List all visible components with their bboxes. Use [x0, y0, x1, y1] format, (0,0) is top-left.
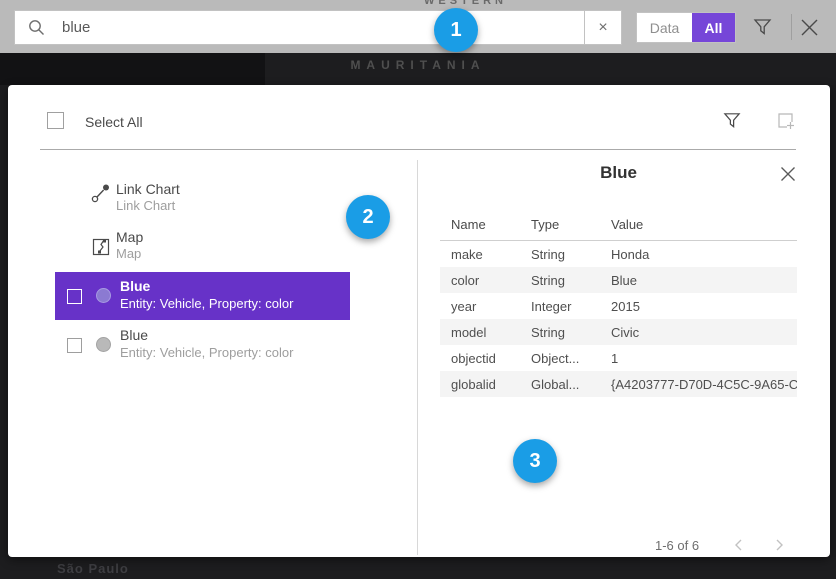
cell-value: Blue [611, 273, 797, 288]
result-checkbox[interactable] [67, 338, 82, 353]
cell-type: String [531, 247, 611, 262]
column-header-value: Value [611, 217, 797, 232]
result-row-blue-unselected[interactable]: Blue Entity: Vehicle, Property: color [55, 327, 350, 371]
filter-icon[interactable] [752, 16, 773, 42]
results-filter-icon[interactable] [722, 110, 742, 135]
toggle-option-data[interactable]: Data [637, 13, 692, 42]
search-field[interactable] [15, 11, 584, 44]
select-all-checkbox[interactable] [47, 112, 64, 129]
result-title-map[interactable]: Map [116, 229, 143, 245]
search-toolbar: WESTERN × Data All [0, 0, 836, 53]
cell-name: objectid [451, 351, 531, 366]
detail-panel-title: Blue [440, 163, 797, 183]
column-header-name: Name [451, 217, 531, 232]
add-to-selection-icon[interactable] [776, 111, 796, 136]
search-input[interactable] [62, 19, 584, 36]
app-screen: WESTERN × Data All [0, 0, 836, 579]
cell-value: 1 [611, 351, 797, 366]
cell-value: Civic [611, 325, 797, 340]
result-subtitle-blue: Entity: Vehicle, Property: color [120, 345, 293, 360]
cell-value: {A4203777-D70D-4C5C-9A65-C... [611, 377, 797, 392]
detail-close-icon[interactable] [779, 165, 797, 188]
header-divider [40, 149, 796, 150]
search-group: × [14, 10, 622, 45]
cell-name: color [451, 273, 531, 288]
result-title-link-chart[interactable]: Link Chart [116, 181, 180, 197]
toggle-option-all[interactable]: All [692, 13, 735, 42]
cell-value: Honda [611, 247, 797, 262]
link-chart-icon [90, 182, 112, 209]
table-row: model String Civic [440, 319, 797, 345]
table-row: globalid Global... {A4203777-D70D-4C5C-9… [440, 371, 797, 397]
panel-divider [417, 160, 418, 555]
table-row: make String Honda [440, 241, 797, 267]
cell-value: 2015 [611, 299, 797, 314]
cell-type: Integer [531, 299, 611, 314]
cell-name: globalid [451, 377, 531, 392]
result-subtitle-blue: Entity: Vehicle, Property: color [120, 296, 293, 311]
pagination-next-icon[interactable] [771, 537, 787, 558]
map-background-strip: MAURITANIA [0, 53, 836, 85]
search-icon [28, 19, 45, 36]
table-row: year Integer 2015 [440, 293, 797, 319]
attribute-table: make String Honda color String Blue year… [440, 241, 797, 397]
map-icon [92, 238, 110, 261]
callout-badge-2: 2 [346, 195, 390, 239]
toolbar-close-icon[interactable] [798, 16, 821, 44]
cell-type: String [531, 325, 611, 340]
cell-name: make [451, 247, 531, 262]
result-subtitle-link-chart: Link Chart [116, 198, 175, 213]
table-row: objectid Object... 1 [440, 345, 797, 371]
map-label-western: WESTERN [424, 0, 507, 7]
cell-type: Global... [531, 377, 611, 392]
table-row: color String Blue [440, 267, 797, 293]
result-title-blue: Blue [120, 278, 150, 294]
map-label-bottom: São Paulo [57, 561, 129, 576]
result-title-blue: Blue [120, 327, 148, 343]
callout-badge-3: 3 [513, 439, 557, 483]
data-all-toggle: Data All [636, 12, 736, 43]
callout-badge-1: 1 [434, 8, 478, 52]
cell-type: Object... [531, 351, 611, 366]
attribute-table-headers: Name Type Value [440, 217, 797, 232]
result-row-blue-selected[interactable]: Blue Entity: Vehicle, Property: color [55, 272, 350, 320]
pagination-prev-icon[interactable] [731, 537, 747, 558]
column-header-type: Type [531, 217, 611, 232]
search-clear-button[interactable]: × [584, 11, 621, 44]
select-all-label: Select All [85, 114, 143, 130]
map-label-mauritania: MAURITANIA [0, 58, 836, 72]
entity-circle-icon [96, 337, 111, 352]
search-results-modal: Select All Link Chart Link Chart [8, 85, 830, 557]
map-background-bottom: São Paulo [0, 557, 836, 579]
pagination-label: 1-6 of 6 [655, 538, 699, 553]
result-checkbox[interactable] [67, 289, 82, 304]
cell-name: model [451, 325, 531, 340]
toolbar-divider [791, 14, 792, 40]
cell-type: String [531, 273, 611, 288]
entity-circle-icon [96, 288, 111, 303]
result-subtitle-map: Map [116, 246, 141, 261]
cell-name: year [451, 299, 531, 314]
